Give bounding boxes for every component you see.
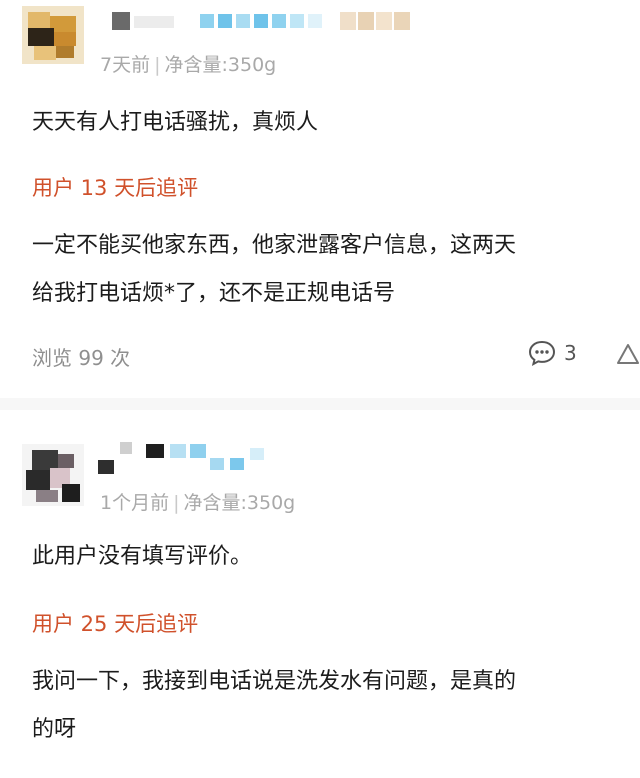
like-button[interactable] — [616, 342, 640, 371]
blurred-username — [112, 8, 412, 36]
product-spec: 净含量:350g — [164, 54, 277, 76]
comment-button[interactable]: 3 — [528, 340, 577, 366]
review-meta: 1个月前 | 净含量:350g — [100, 488, 295, 515]
thumbs-up-icon — [617, 344, 639, 364]
review-stats: 浏览 99 次 3 — [32, 340, 640, 372]
followup-label: 用户 13 天后追评 — [32, 176, 199, 200]
followup-content: 我问一下，我接到电话说是洗发水有问题，是真的 的呀 — [32, 658, 640, 754]
comment-icon — [528, 340, 556, 366]
comment-count: 3 — [564, 341, 577, 365]
review-divider — [0, 398, 640, 410]
avatar[interactable] — [22, 6, 84, 64]
meta-separator: | — [173, 492, 180, 514]
followup-content: 一定不能买他家东西，他家泄露客户信息，这两天 给我打电话烦*了，还不是正规电话号 — [32, 222, 640, 318]
review-time: 7天前 — [100, 54, 151, 76]
followup-line: 的呀 — [32, 717, 77, 742]
review-content: 天天有人打电话骚扰，真烦人 — [32, 110, 319, 135]
review-meta: 7天前 | 净含量:350g — [100, 50, 276, 77]
followup-line: 一定不能买他家东西，他家泄露客户信息，这两天 — [32, 233, 517, 258]
review-time: 1个月前 — [100, 492, 170, 514]
followup-label: 用户 25 天后追评 — [32, 612, 199, 636]
followup-line: 我问一下，我接到电话说是洗发水有问题，是真的 — [32, 669, 517, 694]
followup-line: 给我打电话烦*了，还不是正规电话号 — [32, 281, 396, 306]
avatar[interactable] — [22, 444, 84, 506]
review-content: 此用户没有填写评价。 — [32, 544, 253, 569]
view-count: 浏览 99 次 — [32, 346, 131, 370]
product-spec: 净含量:350g — [183, 492, 296, 514]
blurred-username — [98, 438, 278, 480]
meta-separator: | — [154, 54, 161, 76]
